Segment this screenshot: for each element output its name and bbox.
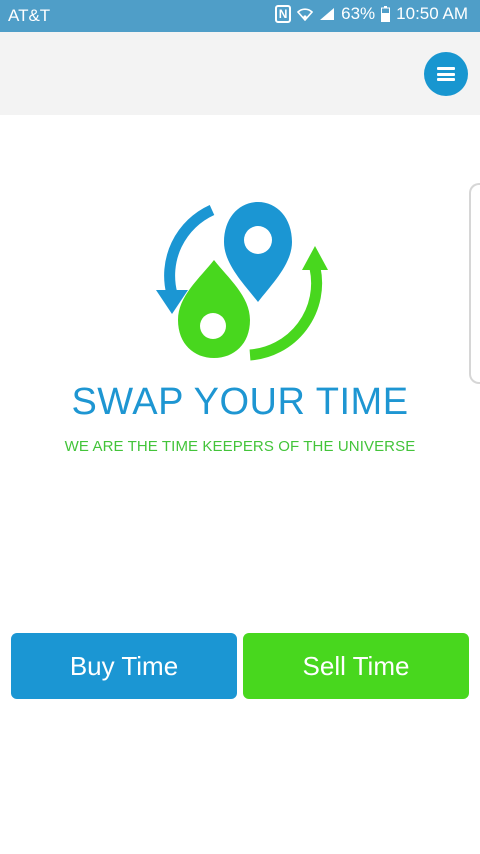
side-drawer-handle[interactable] [469,183,480,384]
wifi-icon [297,7,314,21]
status-bar: AT&T N 63% 10:50 AM [0,0,480,32]
brand-title: SWAP YOUR TIME [71,381,409,423]
carrier-label: AT&T [8,6,51,25]
battery-percent: 63% [341,4,376,23]
buy-time-button[interactable]: Buy Time [11,633,237,699]
brand-tagline: WE ARE THE TIME KEEPERS OF THE UNIVERSE [64,438,416,455]
swap-location-pins-logo [150,198,330,363]
battery-icon [381,6,391,22]
status-icons: N 63% 10:50 AM [275,4,468,24]
clock-time: 10:50 AM [396,4,468,23]
nfc-icon: N [275,5,292,23]
signal-icon [319,7,335,21]
app-header [0,32,480,115]
sell-time-button[interactable]: Sell Time [243,633,469,699]
hamburger-menu-icon [437,67,455,81]
menu-button[interactable] [424,52,468,96]
